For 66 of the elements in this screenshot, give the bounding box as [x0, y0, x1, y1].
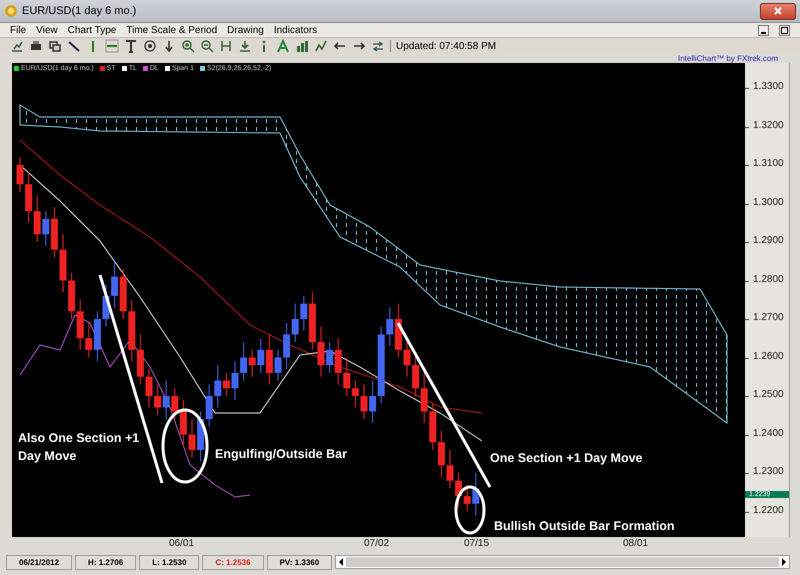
status-cell: PV: 1.3360 — [266, 554, 332, 570]
window-title: EUR/USD(1 day 6 mo.) — [22, 5, 136, 17]
axis-label: 1.3000 — [753, 196, 784, 208]
status-cell: 06/21/2012 — [6, 554, 72, 570]
axis-label: 1.3300 — [753, 81, 784, 92]
axis-label: 1.2500 — [753, 389, 784, 400]
candlestick — [146, 368, 152, 408]
menu-item[interactable]: Indicators — [274, 24, 318, 36]
candlestick — [188, 418, 196, 458]
axis-label: 1.2700 — [753, 312, 784, 323]
axis-label: 07/02 — [364, 538, 390, 549]
chart-annotation: Also One Section +1 Day Move — [18, 430, 140, 465]
zoom-out-icon[interactable] — [200, 39, 214, 53]
menu-item[interactable]: Drawing — [227, 24, 264, 36]
target-icon[interactable] — [143, 39, 157, 53]
menu-item[interactable]: Time Scale & Period — [126, 24, 218, 36]
scrollbar[interactable] — [335, 555, 790, 569]
axis-label: 1.2800 — [753, 274, 784, 284]
candlestick — [16, 156, 24, 192]
candlestick — [60, 234, 66, 293]
text-icon[interactable] — [124, 39, 138, 53]
status-cell: L: 1.2530 — [139, 554, 200, 570]
zoom-in-icon[interactable] — [181, 39, 195, 53]
close-button[interactable] — [760, 2, 796, 20]
status-cell: C: 1.2536 — [202, 554, 264, 570]
chart-annotation: Engulfing/Outside Bar — [215, 446, 347, 463]
right-arrow-icon[interactable] — [779, 556, 789, 568]
axis-label: 1.2600 — [753, 350, 784, 362]
menu-item[interactable]: File — [10, 24, 26, 36]
download-icon[interactable] — [238, 39, 252, 53]
axis-label: 1.2200 — [753, 504, 784, 516]
credit-link[interactable]: IntelliChart™ by FXtrek.com — [678, 54, 778, 63]
bar-chart-icon[interactable] — [295, 39, 309, 53]
highlight-ellipse — [454, 486, 486, 534]
axis-label: 1.2300 — [753, 466, 784, 477]
updated-time: Updated: 07:40:58 PM — [396, 40, 496, 52]
letter-a-icon[interactable] — [276, 39, 290, 53]
minimize-icon[interactable] — [758, 24, 769, 36]
candlestick — [102, 284, 110, 328]
candlestick — [274, 349, 282, 382]
candlestick — [360, 384, 368, 420]
axis-label: 08/01 — [623, 538, 648, 549]
chart-annotation: Bullish Outside Bar Formation — [494, 518, 675, 535]
menu-item[interactable]: View — [36, 24, 58, 36]
status-cell: H: 1.2706 — [75, 554, 136, 570]
app-icon — [4, 4, 18, 18]
axis-label: 1.3200 — [753, 120, 784, 130]
windows-icon[interactable] — [48, 39, 62, 53]
candlestick — [404, 342, 410, 378]
axis-label: 1.2400 — [753, 428, 784, 438]
printer-icon[interactable] — [29, 39, 43, 53]
candlestick — [232, 360, 238, 400]
swap-icon[interactable] — [371, 39, 385, 53]
diagonal-line-icon[interactable] — [67, 39, 81, 53]
line-chart-icon[interactable] — [314, 39, 328, 53]
maximize-icon[interactable] — [779, 24, 790, 36]
axis-label: 07/15 — [464, 538, 490, 549]
axis-label: 06/01 — [169, 538, 194, 549]
menu-item[interactable]: Chart Type — [68, 24, 116, 36]
axis-label: 1.3100 — [753, 158, 784, 169]
axis-label: 1.2900 — [753, 235, 784, 246]
close-icon — [773, 6, 783, 16]
candlestick — [446, 449, 454, 489]
chart-icon[interactable] — [10, 39, 24, 53]
chart-annotation: One Section +1 Day Move — [490, 450, 642, 467]
candlestick — [318, 326, 324, 378]
